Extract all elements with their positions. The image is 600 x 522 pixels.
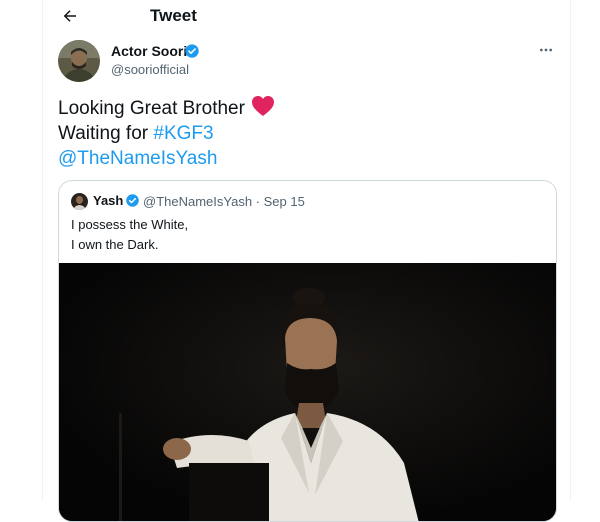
back-button[interactable] — [57, 3, 83, 29]
quote-handle-date[interactable]: @TheNameIsYash · Sep 15 — [143, 194, 305, 209]
more-horizontal-icon — [540, 48, 552, 52]
tweet-body: Looking Great Brother Waiting for #KGF3 … — [58, 95, 538, 171]
mention-link[interactable]: @TheNameIsYash — [58, 148, 217, 169]
author-handle[interactable]: @sooriofficial — [111, 62, 189, 77]
page-title: Tweet — [150, 6, 197, 25]
author-name[interactable]: Actor Soori — [111, 43, 187, 59]
tweet-text-line2: Waiting for — [58, 123, 154, 144]
quote-author-avatar[interactable] — [71, 193, 88, 210]
tweet-line-1: Looking Great Brother — [58, 95, 538, 121]
tweet-header: Tweet — [43, 0, 570, 32]
arrow-left-icon — [63, 10, 76, 22]
quote-text-line1: I possess the White, — [71, 217, 189, 232]
tweet-text-line1: Looking Great Brother — [58, 98, 245, 119]
author-avatar[interactable] — [58, 40, 100, 82]
quote-media-photo[interactable] — [59, 263, 556, 521]
column-border-left — [42, 0, 43, 500]
tweet-line-2: Waiting for #KGF3 — [58, 121, 538, 146]
verified-badge-icon — [185, 44, 199, 58]
tweet-line-3: @TheNameIsYash — [58, 146, 538, 171]
quote-text: I possess the White, I own the Dark. — [71, 215, 188, 255]
quote-text-line2: I own the Dark. — [71, 237, 159, 252]
heart-icon — [251, 96, 274, 116]
quote-author-name[interactable]: Yash — [93, 193, 123, 208]
column-border-right — [570, 0, 571, 500]
quoted-tweet-card[interactable]: Yash @TheNameIsYash · Sep 15 I possess t… — [58, 180, 557, 522]
more-options-button[interactable] — [538, 42, 554, 63]
quote-verified-badge-icon — [126, 194, 139, 207]
hashtag-link[interactable]: #KGF3 — [153, 123, 213, 144]
